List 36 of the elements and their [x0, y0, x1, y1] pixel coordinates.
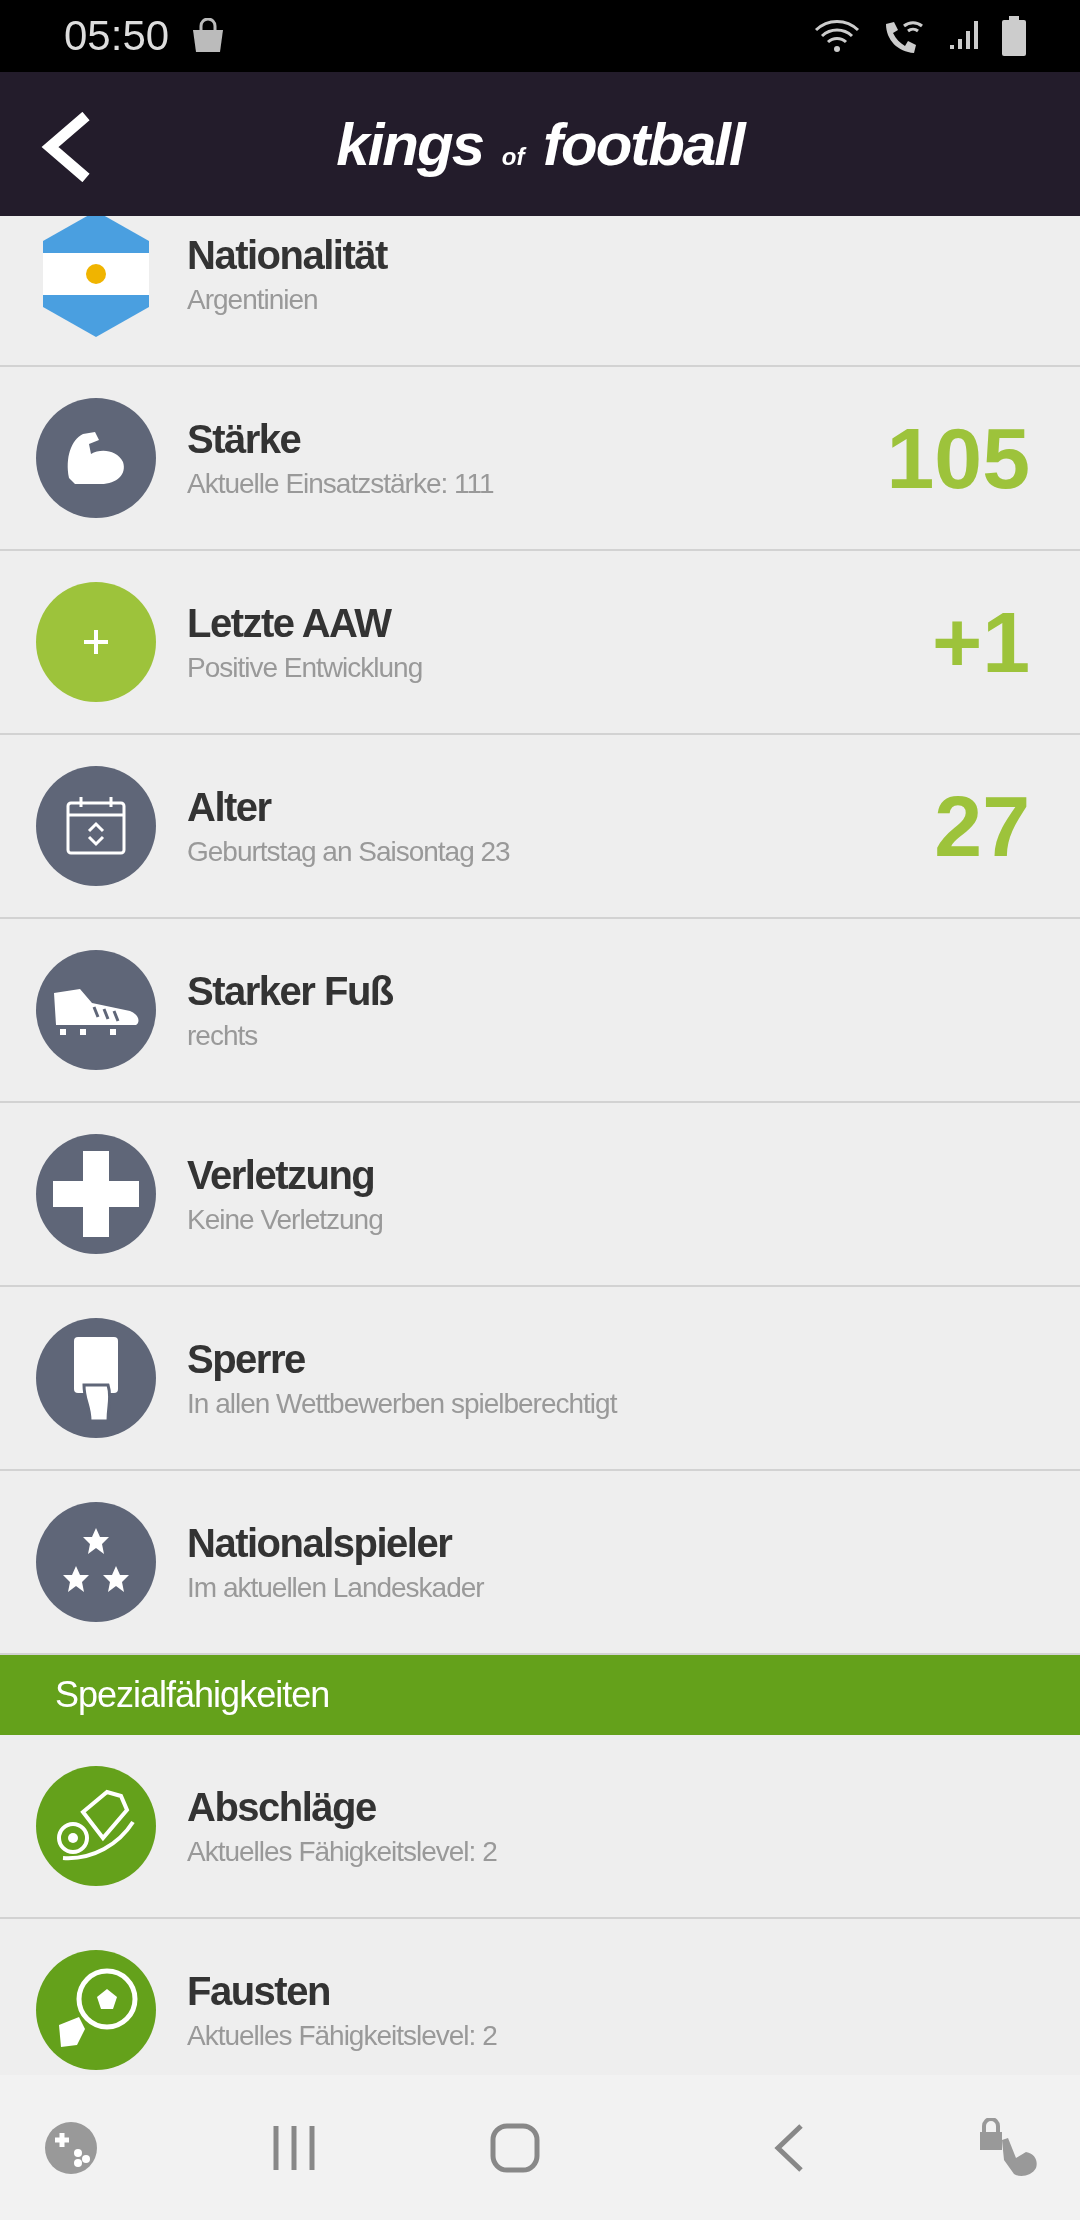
row-title: Sperre — [187, 1336, 306, 1382]
battery-icon — [1002, 16, 1026, 56]
row-title: Starker Fuß — [187, 968, 394, 1014]
row-title: Verletzung — [187, 1152, 376, 1198]
row-subtitle: Positive Entwicklung — [187, 651, 424, 684]
row-subtitle: Geburtstag an Saisontag 23 — [187, 835, 511, 868]
row-subtitle: Im aktuellen Landeskader — [187, 1571, 485, 1604]
row-subtitle: Aktuelles Fähigkeitslevel: 2 — [187, 1835, 498, 1868]
row-subtitle: rechts — [187, 1019, 259, 1052]
flag-icon — [41, 216, 151, 339]
row-subtitle: Argentinien — [187, 283, 319, 316]
recent-apps-button[interactable] — [272, 2123, 316, 2172]
back-nav-button[interactable] — [774, 2122, 804, 2173]
row-subtitle: Aktuelle Einsatzstärke: 111 — [187, 467, 495, 500]
wifi-icon — [814, 18, 860, 54]
row-title: Stärke — [187, 416, 302, 462]
touch-lock-icon[interactable] — [978, 2117, 1040, 2178]
cross-icon — [53, 1151, 139, 1237]
game-launcher-icon[interactable] — [44, 2120, 98, 2175]
row-title: Fausten — [187, 1968, 331, 2014]
row-title: Alter — [187, 784, 273, 830]
stat-value: 27 — [934, 776, 1030, 876]
stat-value: +1 — [931, 592, 1030, 692]
row-title: Letzte AAW — [187, 600, 393, 646]
plus-icon — [82, 628, 110, 656]
home-button[interactable] — [490, 2122, 540, 2173]
shopping-bag-icon — [191, 18, 226, 54]
stat-value: 105 — [886, 408, 1030, 508]
section-title: Spezialfähigkeiten — [55, 1674, 330, 1716]
row-title: Nationalität — [187, 232, 389, 278]
status-time: 05:50 — [64, 12, 170, 60]
row-subtitle: Aktuelles Fähigkeitslevel: 2 — [187, 2019, 498, 2052]
row-subtitle: In allen Wettbewerben spielberechtigt — [187, 1387, 618, 1420]
row-subtitle: Keine Verletzung — [187, 1203, 384, 1236]
row-title: Abschläge — [187, 1784, 377, 1830]
row-title: Nationalspieler — [187, 1520, 453, 1566]
